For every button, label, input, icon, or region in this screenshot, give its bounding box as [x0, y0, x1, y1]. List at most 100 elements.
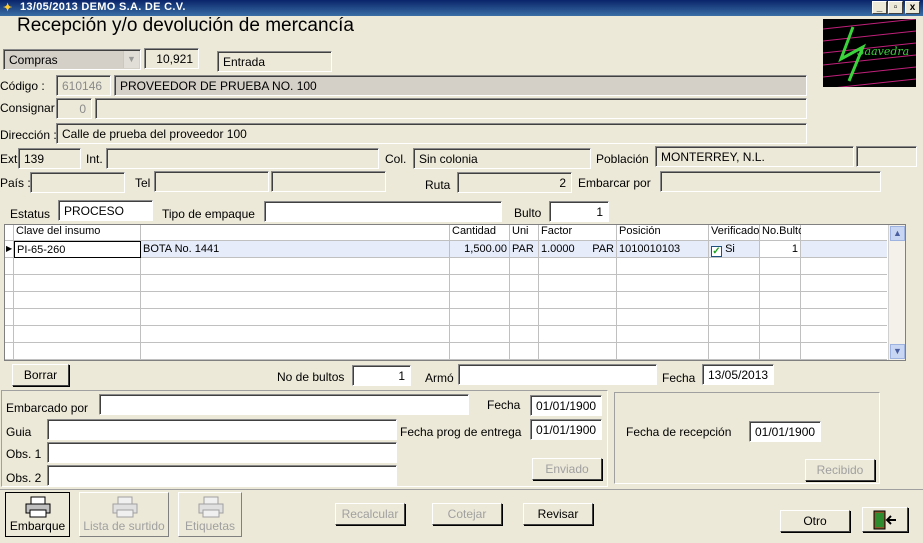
grid-empty-cell[interactable] [14, 292, 141, 309]
codigo-field[interactable]: 610146 [56, 75, 111, 96]
ruta-field[interactable]: 2 [457, 172, 572, 193]
no-bultos-field[interactable]: 1 [352, 365, 411, 386]
grid-empty-cell[interactable] [709, 292, 760, 309]
exit-button[interactable] [862, 507, 908, 532]
grid-empty-cell[interactable] [760, 309, 801, 326]
grid-empty-cell[interactable] [141, 326, 450, 343]
obs2-field[interactable] [47, 465, 397, 486]
grid-empty-cell[interactable] [539, 343, 617, 360]
direccion-field[interactable]: Calle de prueba del proveedor 100 [56, 123, 807, 144]
grid-empty-cell[interactable] [801, 275, 887, 292]
grid-empty-cell[interactable] [14, 343, 141, 360]
revisar-button[interactable]: Revisar [523, 503, 593, 525]
grid-empty-cell[interactable] [709, 326, 760, 343]
grid-empty-cell[interactable] [5, 309, 14, 326]
fecha-field[interactable]: 13/05/2013 [702, 364, 774, 385]
close-button[interactable]: x [905, 1, 920, 14]
embarcado-por-field[interactable] [99, 394, 469, 415]
grid-empty-cell[interactable] [760, 343, 801, 360]
grid-empty-cell[interactable] [539, 258, 617, 275]
cell-descripcion[interactable]: BOTA No. 1441 [141, 241, 450, 258]
scroll-down-icon[interactable]: ▼ [890, 344, 905, 359]
restore-button[interactable]: ▫ [888, 1, 903, 14]
col-factor[interactable]: Factor [539, 225, 617, 241]
grid-empty-cell[interactable] [760, 275, 801, 292]
grid-empty-cell[interactable] [617, 309, 709, 326]
cotejar-button[interactable]: Cotejar [432, 503, 502, 525]
enviado-button[interactable]: Enviado [532, 458, 602, 480]
estatus-field[interactable]: PROCESO [58, 200, 153, 221]
colonia-field[interactable]: Sin colonia [413, 148, 591, 169]
col-bulto[interactable]: No.Bulto [760, 225, 804, 241]
grid-empty-cell[interactable] [450, 258, 510, 275]
insumos-grid[interactable]: Clave del insumo Cantidad Uni Factor Pos… [4, 224, 906, 361]
grid-empty-cell[interactable] [141, 343, 450, 360]
grid-empty-cell[interactable] [141, 309, 450, 326]
guia-field[interactable] [47, 419, 397, 440]
armo-field[interactable] [458, 364, 657, 385]
grid-empty-cell[interactable] [14, 275, 141, 292]
grid-empty-cell[interactable] [510, 275, 539, 292]
grid-empty-cell[interactable] [450, 326, 510, 343]
grid-empty-cell[interactable] [801, 258, 887, 275]
embarque-button[interactable]: Embarque [5, 492, 70, 537]
tel2-field[interactable] [271, 171, 386, 192]
grid-empty-cell[interactable] [5, 258, 14, 275]
col-clave[interactable]: Clave del insumo [14, 225, 141, 241]
embarcar-por-field[interactable] [660, 171, 881, 192]
chevron-down-icon[interactable]: ▼ [123, 51, 139, 68]
grid-empty-cell[interactable] [450, 292, 510, 309]
col-posicion[interactable]: Posición [617, 225, 709, 241]
grid-empty-cell[interactable] [510, 292, 539, 309]
grid-empty-cell[interactable] [539, 309, 617, 326]
lista-surtido-button[interactable]: Lista de surtido [79, 492, 169, 537]
cell-uni[interactable]: PAR [510, 241, 539, 258]
grid-scrollbar[interactable]: ▲ ▼ [888, 225, 905, 360]
col-verificado[interactable]: Verificado [709, 225, 760, 241]
fecha-embarque-field[interactable]: 01/01/1900 [530, 395, 602, 416]
cell-cantidad[interactable]: 1,500.00 [450, 241, 510, 258]
recibido-button[interactable]: Recibido [805, 459, 875, 481]
otro-button[interactable]: Otro [780, 510, 850, 532]
grid-empty-cell[interactable] [709, 309, 760, 326]
verificado-checkbox[interactable]: ✓ [711, 246, 722, 257]
grid-empty-cell[interactable] [617, 343, 709, 360]
grid-empty-cell[interactable] [14, 326, 141, 343]
grid-empty-cell[interactable] [539, 326, 617, 343]
int-field[interactable] [106, 148, 379, 169]
borrar-button[interactable]: Borrar [12, 364, 69, 386]
grid-empty-cell[interactable] [510, 258, 539, 275]
grid-empty-cell[interactable] [539, 275, 617, 292]
minimize-button[interactable]: _ [872, 1, 887, 14]
grid-empty-cell[interactable] [450, 309, 510, 326]
grid-empty-cell[interactable] [617, 326, 709, 343]
grid-empty-cell[interactable] [801, 292, 887, 309]
grid-empty-cell[interactable] [801, 309, 887, 326]
grid-empty-cell[interactable] [510, 343, 539, 360]
pais-field[interactable] [30, 172, 125, 193]
cell-factor[interactable]: 1.0000 PAR [539, 241, 617, 258]
col-descripcion[interactable] [141, 225, 450, 241]
scroll-up-icon[interactable]: ▲ [890, 226, 905, 241]
recalcular-button[interactable]: Recalcular [335, 503, 405, 525]
col-cantidad[interactable]: Cantidad [450, 225, 510, 241]
grid-empty-cell[interactable] [141, 275, 450, 292]
grid-empty-cell[interactable] [760, 326, 801, 343]
grid-empty-cell[interactable] [709, 275, 760, 292]
grid-empty-cell[interactable] [5, 326, 14, 343]
grid-empty-cell[interactable] [617, 275, 709, 292]
grid-empty-cell[interactable] [760, 258, 801, 275]
tel-field[interactable] [154, 171, 269, 192]
grid-empty-cell[interactable] [14, 258, 141, 275]
cell-bulto[interactable]: 1 [760, 241, 801, 258]
tipo-empaque-field[interactable] [264, 201, 502, 222]
obs1-field[interactable] [47, 442, 397, 463]
grid-empty-cell[interactable] [801, 343, 887, 360]
grid-empty-cell[interactable] [5, 292, 14, 309]
grid-empty-cell[interactable] [709, 258, 760, 275]
grid-empty-cell[interactable] [709, 343, 760, 360]
poblacion-field[interactable]: MONTERREY, N.L. [655, 146, 854, 167]
cell-verificado[interactable]: ✓ Si [709, 241, 760, 258]
bulto-field[interactable]: 1 [549, 201, 609, 222]
grid-empty-cell[interactable] [141, 292, 450, 309]
